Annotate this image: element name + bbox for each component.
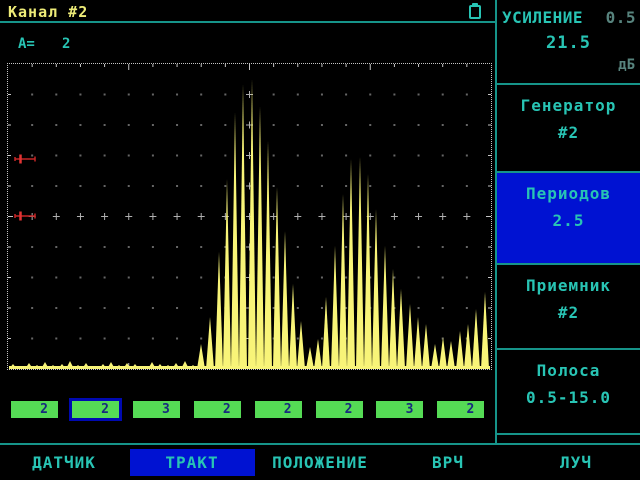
gain-step: 0.5 [606,8,636,27]
amplitude-readout: A= 2 [18,36,35,52]
gain-value: 21.5 [497,33,640,53]
channel-title: Канал #2 [8,3,88,21]
gain-row: УСИЛЕНИЕ 0.5 [497,0,640,27]
title-divider [0,21,495,23]
menu-item-положение[interactable]: ПОЛОЖЕНИЕ [256,445,384,480]
battery-icon [469,3,482,20]
gain-panel[interactable]: УСИЛЕНИЕ 0.5 21.5 дБ [497,0,640,85]
sidebar-item-label: Приемник [497,265,640,295]
sidebar-item-value: 2.5 [497,203,640,230]
menu-item-label: ВРЧ [432,453,464,472]
param-button-5[interactable]: 2 [255,401,302,418]
sidebar-item-2[interactable]: Периодов2.5 [497,173,640,265]
menu-item-label: ТРАКТ [130,449,255,476]
sidebar-item-value: #2 [497,115,640,142]
menu-item-датчик[interactable]: ДАТЧИК [0,445,128,480]
device-screen: Канал #2 A= 2 22322232 УСИЛЕНИЕ 0.5 21.5… [0,0,640,480]
param-button-8[interactable]: 2 [437,401,484,418]
sidebar-item-4[interactable]: Полоса0.5-15.0 [497,350,640,435]
menu-item-тракт[interactable]: ТРАКТ [128,445,256,480]
amplitude-label: A= [18,36,35,52]
menu-item-label: ПОЛОЖЕНИЕ [272,453,368,472]
sidebar-item-label: Полоса [497,350,640,380]
amplitude-value: 2 [62,36,70,52]
gain-label: УСИЛЕНИЕ [502,8,583,27]
gain-unit: дБ [497,57,640,73]
sidebar-item-label: Периодов [497,173,640,203]
sidebar-item-3[interactable]: Приемник#2 [497,265,640,350]
ascan-svg [8,64,491,369]
bottom-menu: ДАТЧИК ТРАКТ ПОЛОЖЕНИЕ ВРЧ ЛУЧ [0,443,640,480]
param-button-2[interactable]: 2 [72,401,119,418]
param-button-1[interactable]: 2 [11,401,58,418]
ascan-plot [7,63,492,370]
sidebar: УСИЛЕНИЕ 0.5 21.5 дБ Генератор#2Периодов… [495,0,640,443]
gate-markers [15,155,35,221]
sidebar-item-label: Генератор [497,85,640,115]
sidebar-item-value: 0.5-15.0 [497,380,640,407]
param-button-3[interactable]: 3 [133,401,180,418]
battery-body [469,5,481,19]
param-button-4[interactable]: 2 [194,401,241,418]
menu-item-label: ДАТЧИК [32,453,96,472]
menu-item-врч[interactable]: ВРЧ [384,445,512,480]
menu-item-label: ЛУЧ [560,453,592,472]
menu-item-луч[interactable]: ЛУЧ [512,445,640,480]
param-button-7[interactable]: 3 [376,401,423,418]
sidebar-items: Генератор#2Периодов2.5Приемник#2Полоса0.… [497,85,640,435]
param-button-6[interactable]: 2 [316,401,363,418]
sidebar-item-1[interactable]: Генератор#2 [497,85,640,173]
sidebar-item-value: #2 [497,295,640,322]
